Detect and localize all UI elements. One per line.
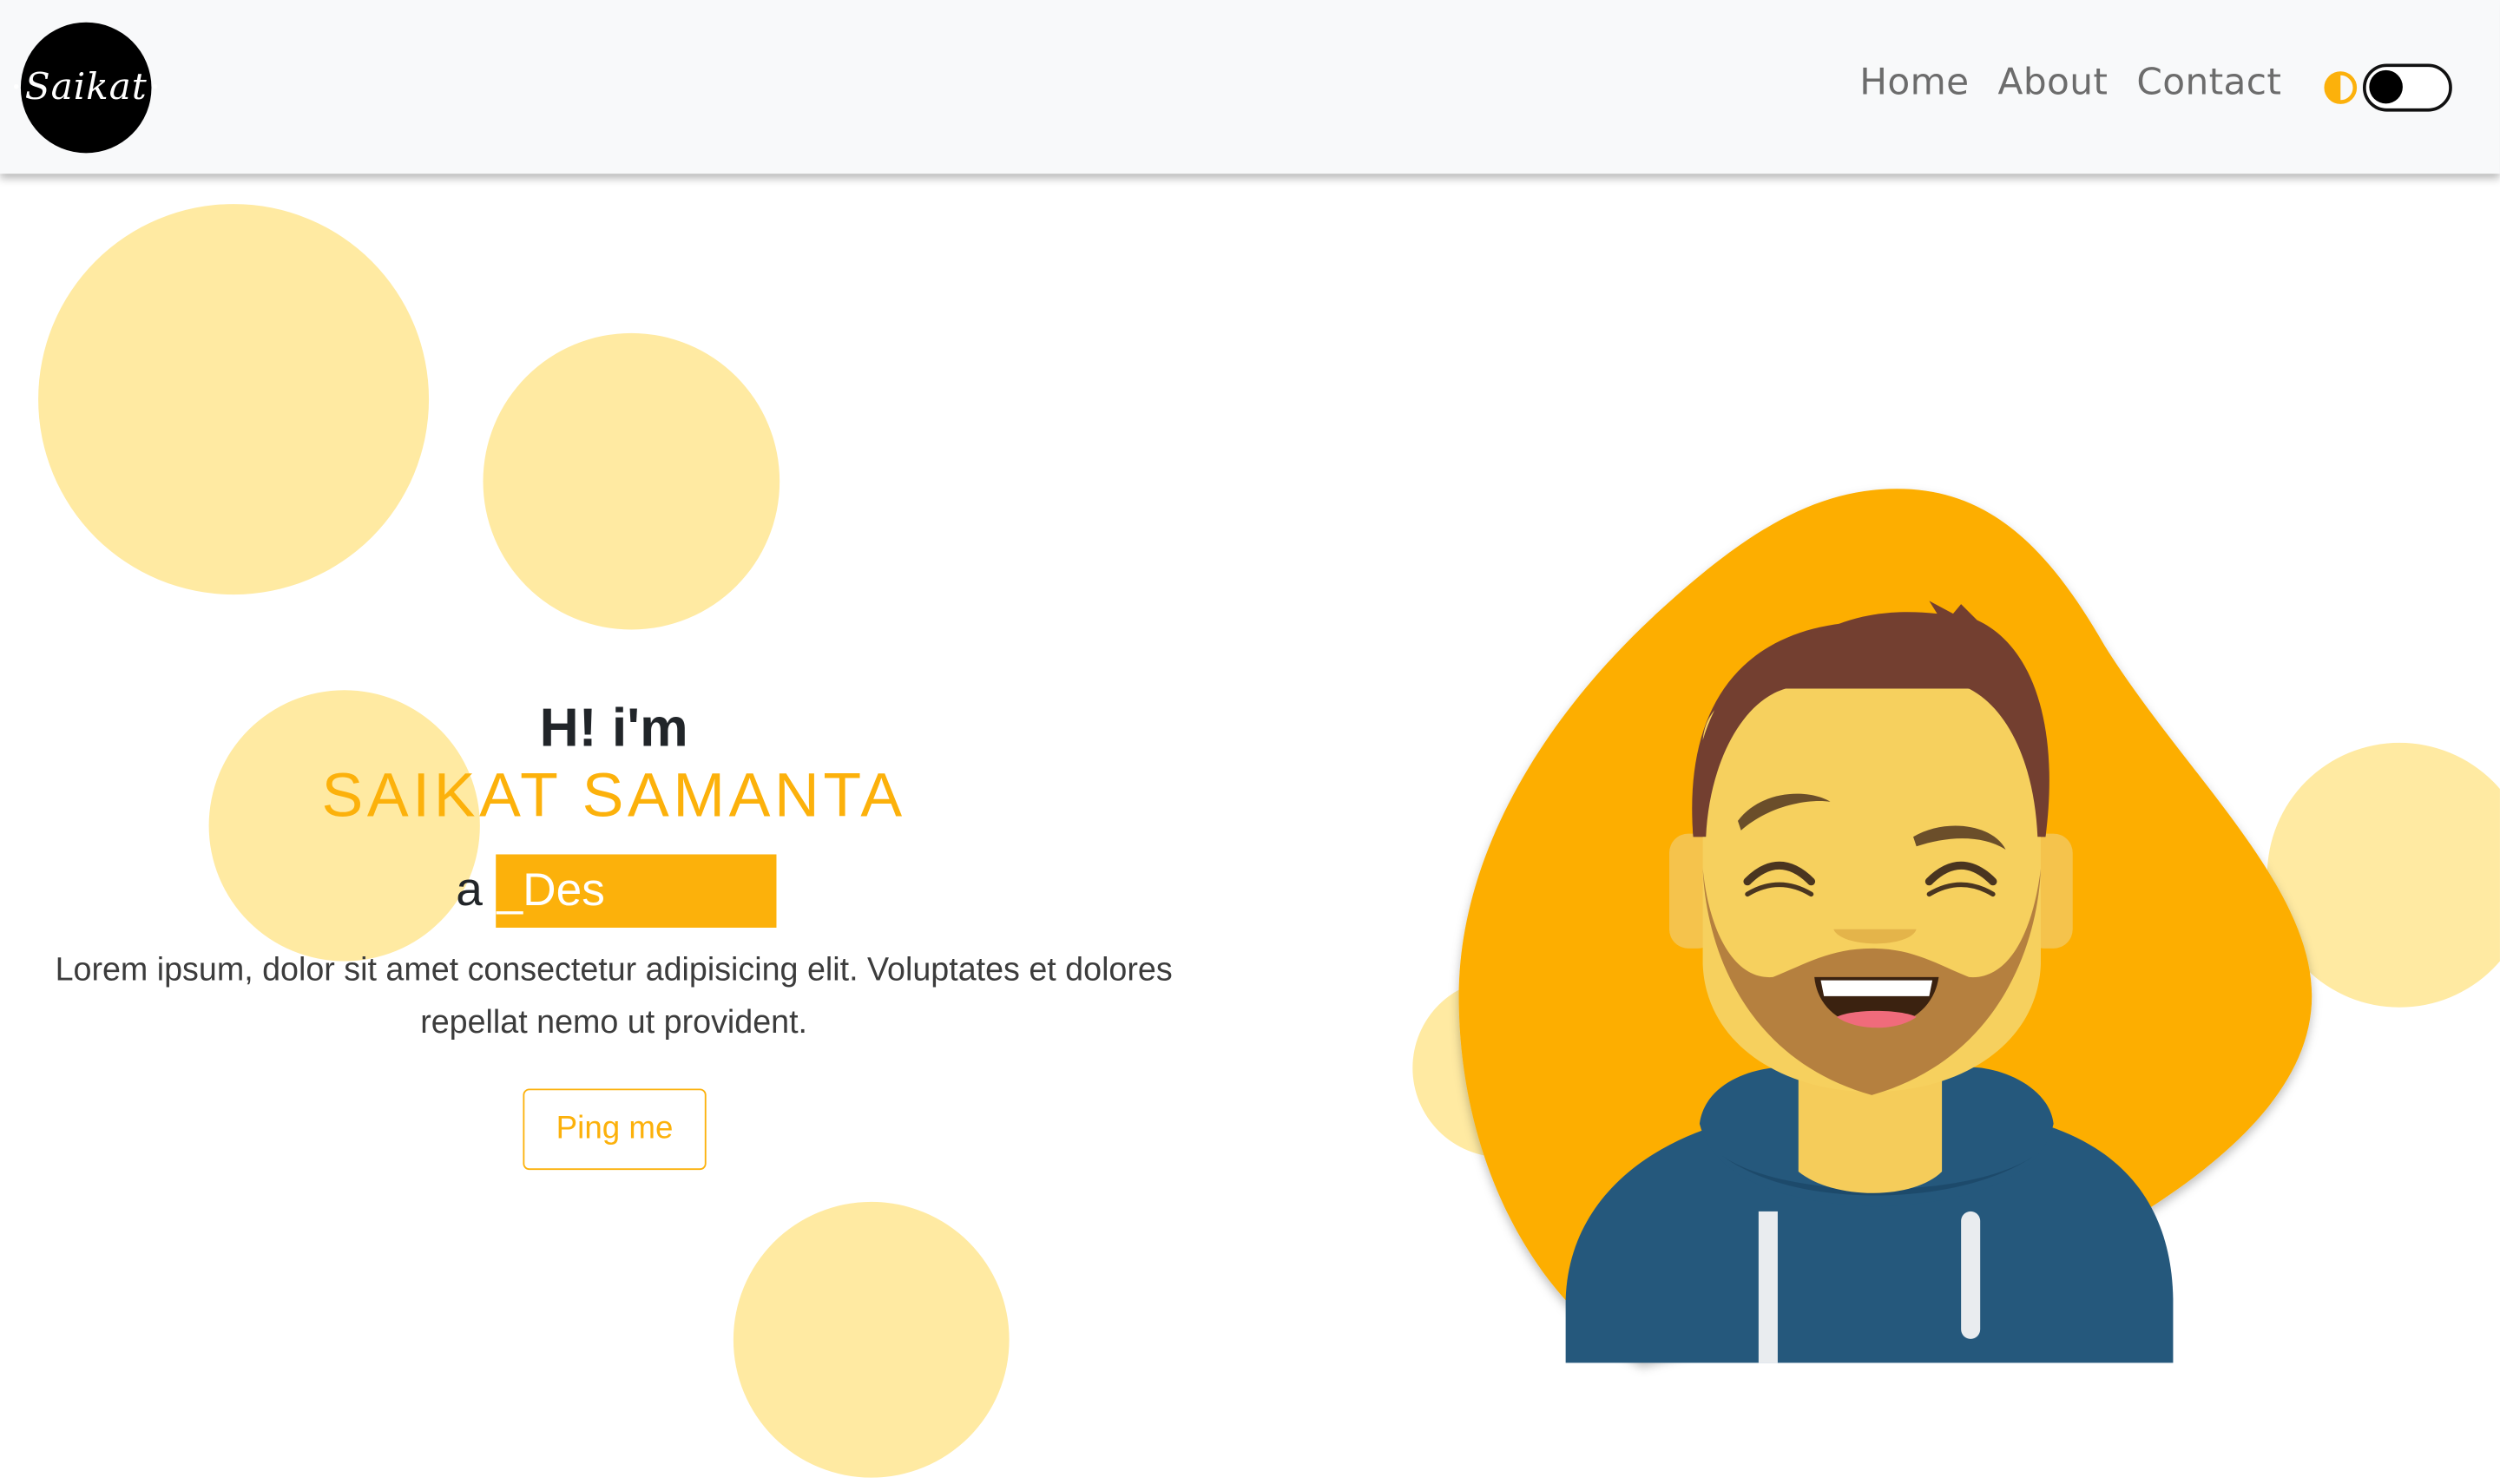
logo-text: Saikat: [24, 67, 148, 108]
theme-toggle-knob: [2369, 69, 2403, 104]
nav-link-about[interactable]: About: [1998, 62, 2109, 104]
navbar: • Saikat • Home About Contact: [0, 0, 2500, 174]
page: • Saikat • Home About Contact H! i'm SAI…: [0, 0, 2500, 1484]
logo-dot: •: [11, 78, 23, 97]
theme-toggle[interactable]: [2362, 63, 2452, 112]
logo[interactable]: • Saikat •: [11, 22, 160, 154]
hero-role-line: a _Des: [456, 854, 776, 928]
hero-description: Lorem ipsum, dolor sit amet consectetur …: [55, 951, 1173, 1041]
decor-bubble: [38, 204, 430, 595]
decor-bubble: [483, 332, 780, 630]
contrast-icon: [2324, 71, 2358, 104]
nav-link-contact[interactable]: Contact: [2136, 62, 2281, 104]
decor-bubble: [733, 1201, 1010, 1478]
logo-dot: •: [150, 78, 161, 97]
hero-role-prefix: a: [456, 863, 483, 917]
ping-me-button[interactable]: Ping me: [523, 1088, 707, 1171]
hero-role-typed: _Des: [495, 854, 776, 928]
hero-name: SAIKAT SAMANTA: [321, 761, 906, 831]
nav-links: Home About Contact: [1859, 62, 2281, 104]
hero-greeting: H! i'm: [539, 698, 688, 759]
smiling-man-avatar-icon: [1458, 489, 2312, 1363]
nav-link-home[interactable]: Home: [1859, 62, 1969, 104]
